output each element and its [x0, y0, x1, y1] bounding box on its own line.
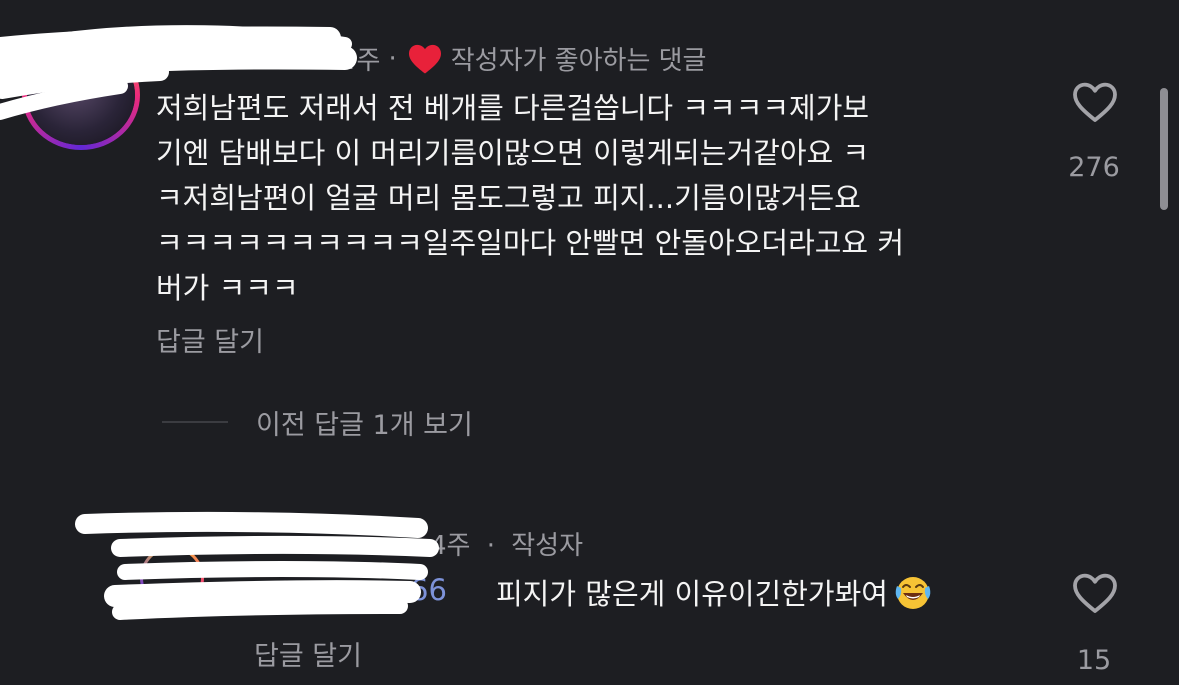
- redaction-scribbles: [0, 25, 439, 620]
